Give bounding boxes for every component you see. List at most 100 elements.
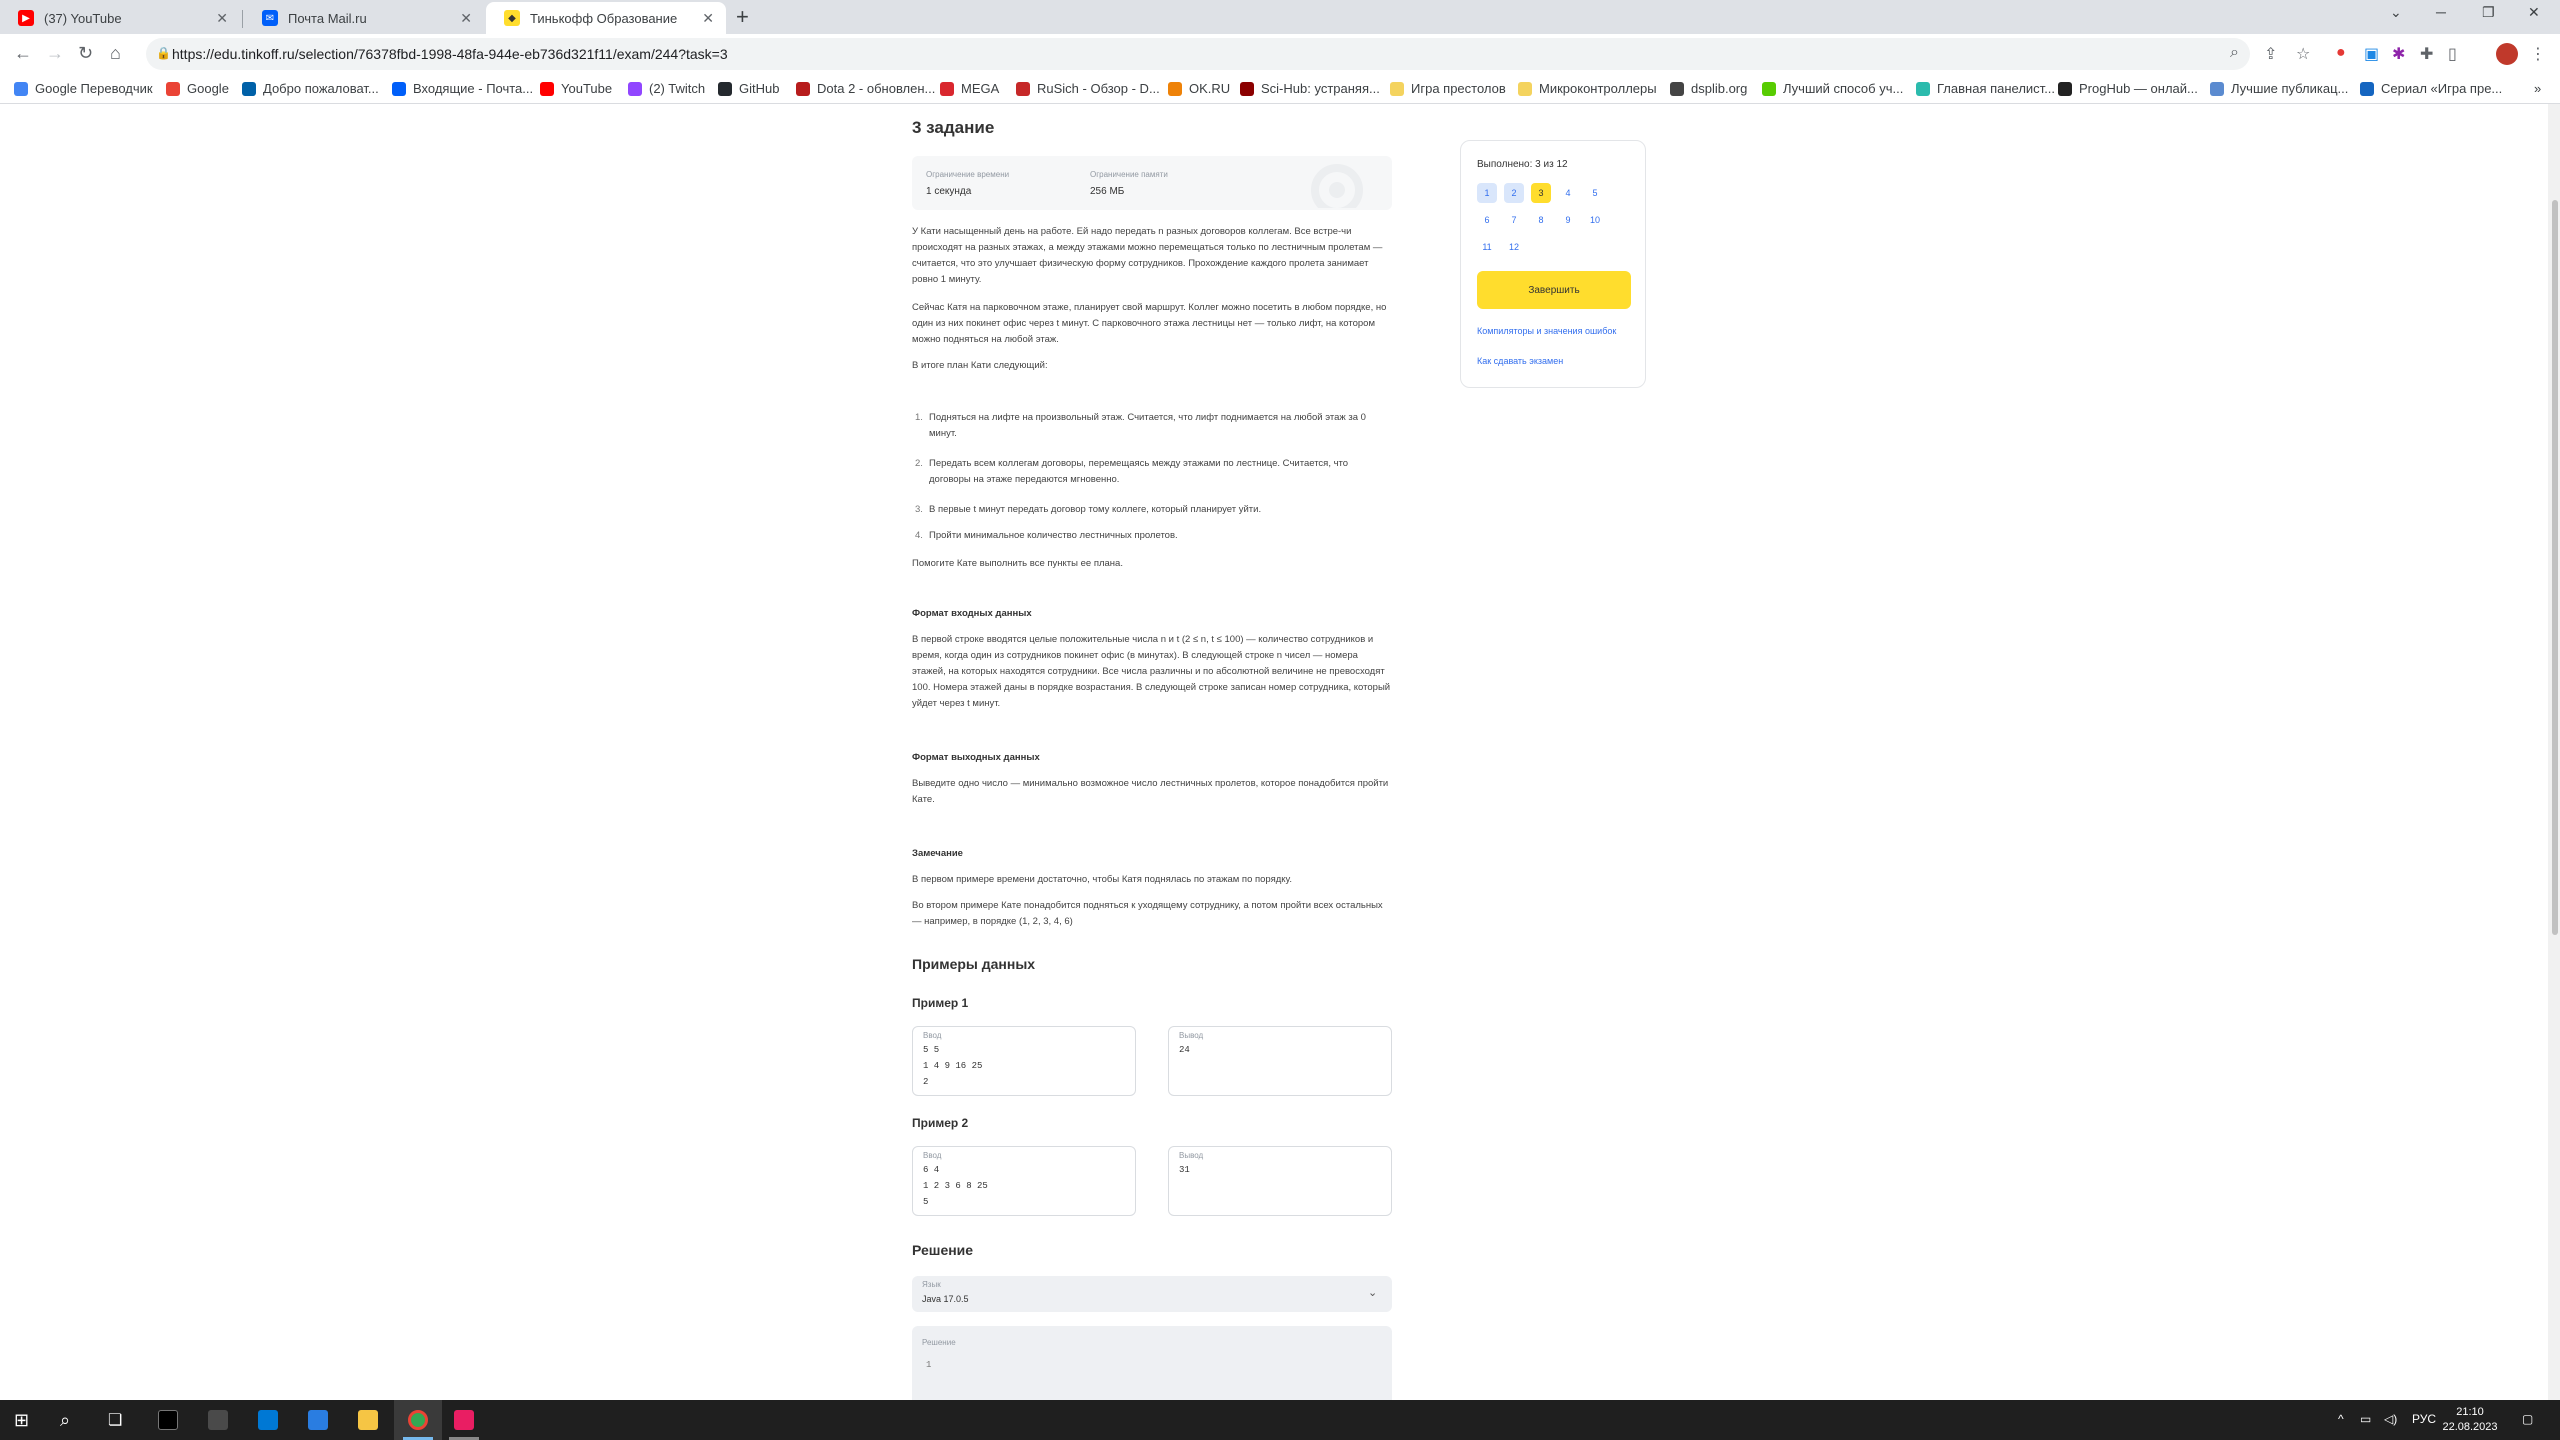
language-value: Java 17.0.5 xyxy=(922,1294,969,1304)
store-icon[interactable] xyxy=(298,1402,338,1438)
example-1-output[interactable]: Вывод 24 xyxy=(1168,1026,1392,1096)
statement-paragraph: В итоге план Кати следующий: xyxy=(912,360,1048,371)
bookmark-item[interactable]: Google xyxy=(166,81,229,96)
close-icon[interactable]: ✕ xyxy=(702,10,714,27)
question-button[interactable]: 12 xyxy=(1504,237,1524,257)
bookmark-item[interactable]: Google Переводчик xyxy=(14,81,153,96)
menu-icon[interactable]: ⋮ xyxy=(2530,44,2546,64)
bookmark-item[interactable]: Сериал «Игра пре... xyxy=(2360,81,2502,96)
bookmark-item[interactable]: RuSich - Обзор - D... xyxy=(1016,81,1160,96)
volume-icon[interactable]: ◁) xyxy=(2384,1412,2397,1426)
bookmark-item[interactable]: Микроконтроллеры xyxy=(1518,81,1657,96)
tab-search-icon[interactable]: ⌄ xyxy=(2390,4,2402,21)
question-button[interactable]: 9 xyxy=(1558,210,1578,230)
close-window-icon[interactable]: ✕ xyxy=(2528,4,2540,21)
windows-start-icon[interactable]: ⊞ xyxy=(14,1410,29,1431)
forward-icon[interactable]: → xyxy=(46,43,64,64)
bookmark-item[interactable]: Dota 2 - обновлен... xyxy=(796,81,935,96)
question-button[interactable]: 8 xyxy=(1531,210,1551,230)
chrome-icon[interactable] xyxy=(398,1402,438,1438)
tab-youtube[interactable]: ▶ (37) YouTube ✕ xyxy=(0,2,240,34)
bookmark-item[interactable]: OK.RU xyxy=(1168,81,1230,96)
bookmark-icon xyxy=(1518,81,1532,96)
extension-icon[interactable]: ✱ xyxy=(2392,44,2405,64)
clock[interactable]: 21:10 22.08.2023 xyxy=(2434,1405,2506,1435)
bookmark-item[interactable]: (2) Twitch xyxy=(628,81,705,96)
url-text[interactable]: https://edu.tinkoff.ru/selection/76378fb… xyxy=(172,46,728,62)
question-button[interactable]: 11 xyxy=(1477,237,1497,257)
profile-avatar[interactable] xyxy=(2496,43,2518,65)
new-tab-button[interactable]: + xyxy=(736,4,749,30)
question-button[interactable]: 6 xyxy=(1477,210,1497,230)
bookmark-item[interactable]: MEGA xyxy=(940,81,999,96)
editor-label: Решение xyxy=(922,1338,956,1347)
example-2-input[interactable]: Ввод 6 4 1 2 3 6 8 25 5 xyxy=(912,1146,1136,1216)
compilers-link[interactable]: Компиляторы и значения ошибок xyxy=(1477,325,1627,337)
bookmark-item[interactable]: GitHub xyxy=(718,81,779,96)
calculator-icon[interactable] xyxy=(198,1402,238,1438)
example-1-input[interactable]: Ввод 5 5 1 4 9 16 25 2 xyxy=(912,1026,1136,1096)
bookmark-item[interactable]: YouTube xyxy=(540,81,612,96)
translate-extension-icon[interactable]: ▣ xyxy=(2364,44,2379,64)
exam-help-link[interactable]: Как сдавать экзамен xyxy=(1477,355,1627,367)
question-button[interactable]: 10 xyxy=(1585,210,1605,230)
opera-vpn-icon[interactable]: ● xyxy=(2336,44,2346,62)
reload-icon[interactable]: ↻ xyxy=(78,43,93,64)
sidepanel-icon[interactable]: ▯ xyxy=(2448,44,2457,64)
bookmark-item[interactable]: dsplib.org xyxy=(1670,81,1747,96)
question-button[interactable]: 2 xyxy=(1504,183,1524,203)
mail-app-icon[interactable] xyxy=(248,1402,288,1438)
bookmark-item[interactable]: Игра престолов xyxy=(1390,81,1506,96)
question-button[interactable]: 4 xyxy=(1558,183,1578,203)
notifications-icon[interactable]: ▢ xyxy=(2522,1412,2533,1426)
intellij-icon[interactable] xyxy=(444,1402,484,1438)
bookmark-item[interactable]: Лучшие публикац... xyxy=(2210,81,2348,96)
mail-icon: ✉ xyxy=(262,10,278,26)
bookmark-label: ProgHub — онлай... xyxy=(2079,81,2198,96)
puzzle-icon[interactable]: ✚ xyxy=(2420,44,2433,64)
bookmark-item[interactable]: Sci-Hub: устраняя... xyxy=(1240,81,1380,96)
terminal-icon[interactable] xyxy=(148,1402,188,1438)
bookmark-item[interactable]: ProgHub — онлай... xyxy=(2058,81,2198,96)
scrollbar-thumb[interactable] xyxy=(2552,200,2558,935)
zoom-icon[interactable]: ⌕ xyxy=(2230,44,2239,62)
tab-mail[interactable]: ✉ Почта Mail.ru ✕ xyxy=(244,2,484,34)
restore-icon[interactable]: ❐ xyxy=(2482,4,2495,21)
finish-button[interactable]: Завершить xyxy=(1477,271,1631,309)
bookmark-item[interactable]: Главная панелист... xyxy=(1916,81,2055,96)
list-number: 4. xyxy=(915,530,923,541)
memory-limit-value: 256 МБ xyxy=(1090,186,1125,197)
task-view-icon[interactable]: ❏ xyxy=(108,1410,122,1430)
share-icon[interactable]: ⇪ xyxy=(2264,44,2277,64)
close-icon[interactable]: ✕ xyxy=(216,10,228,27)
search-icon[interactable]: ⌕ xyxy=(60,1410,70,1431)
solution-editor[interactable]: Решение 1 xyxy=(912,1326,1392,1400)
bookmark-icon xyxy=(540,81,554,96)
input-label: Ввод xyxy=(923,1031,942,1040)
output-format-title: Формат выходных данных xyxy=(912,752,1040,763)
question-button[interactable]: 7 xyxy=(1504,210,1524,230)
file-explorer-icon[interactable] xyxy=(348,1402,388,1438)
output-label: Вывод xyxy=(1179,1151,1204,1160)
close-icon[interactable]: ✕ xyxy=(460,10,472,27)
language-indicator[interactable]: РУС xyxy=(2412,1412,2436,1426)
network-icon[interactable]: ▭ xyxy=(2360,1412,2371,1426)
question-button[interactable]: 3 xyxy=(1531,183,1551,203)
more-bookmarks-icon[interactable]: » xyxy=(2534,81,2541,96)
address-bar[interactable]: 🔒 https://edu.tinkoff.ru/selection/76378… xyxy=(146,38,2250,70)
home-icon[interactable]: ⌂ xyxy=(110,43,121,64)
bookmark-item[interactable]: Входящие - Почта... xyxy=(392,81,533,96)
chevron-up-icon[interactable]: ^ xyxy=(2338,1412,2344,1426)
minimize-icon[interactable]: ─ xyxy=(2436,4,2446,20)
example-2-output[interactable]: Вывод 31 xyxy=(1168,1146,1392,1216)
question-button[interactable]: 5 xyxy=(1585,183,1605,203)
language-select[interactable]: Язык Java 17.0.5 ⌄ xyxy=(912,1276,1392,1312)
back-icon[interactable]: ← xyxy=(14,43,32,64)
question-button[interactable]: 1 xyxy=(1477,183,1497,203)
bookmark-item[interactable]: Добро пожаловат... xyxy=(242,81,379,96)
tab-tinkoff[interactable]: ◆ Тинькофф Образование ✕ xyxy=(486,2,726,34)
bookmark-icon xyxy=(628,81,642,96)
list-text: Подняться на лифте на произвольный этаж.… xyxy=(929,412,1366,439)
star-icon[interactable]: ☆ xyxy=(2296,44,2310,64)
bookmark-item[interactable]: Лучший способ уч... xyxy=(1762,81,1903,96)
